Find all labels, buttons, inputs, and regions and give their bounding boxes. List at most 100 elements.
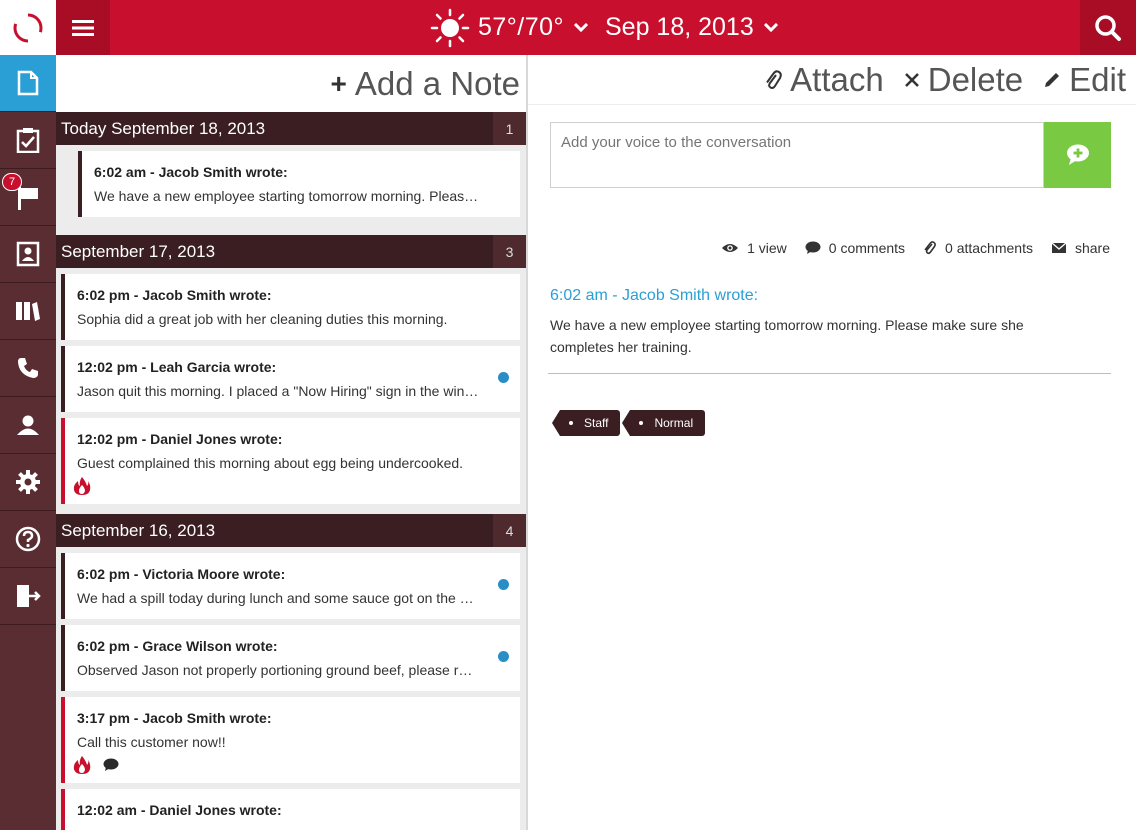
note-item[interactable]: 6:02 pm - Jacob Smith wrote: Sophia did … xyxy=(61,274,520,340)
note-item[interactable]: 6:02 am - Jacob Smith wrote: We have a n… xyxy=(78,151,520,217)
views-count: 1 view xyxy=(747,240,787,256)
gear-icon xyxy=(16,470,40,494)
tag-staff[interactable]: Staff xyxy=(551,410,621,436)
fire-icon xyxy=(73,477,91,495)
nav-phone[interactable] xyxy=(0,340,56,397)
unread-dot-icon xyxy=(498,579,509,590)
nav-logout[interactable] xyxy=(0,568,56,625)
unread-dot-icon xyxy=(498,372,509,383)
pencil-icon xyxy=(1045,72,1060,87)
close-icon xyxy=(904,72,919,87)
note-item[interactable]: 6:02 pm - Grace Wilson wrote: Observed J… xyxy=(61,625,520,691)
note-preview: We have a new employee starting tomorrow… xyxy=(94,188,480,204)
detail-actions: Attach Delete Edit xyxy=(528,55,1136,105)
nav-contacts[interactable] xyxy=(0,226,56,283)
day-note-count: 1 xyxy=(493,112,526,145)
help-icon xyxy=(15,526,41,552)
attach-label: Attach xyxy=(790,60,884,98)
clipboard-check-icon xyxy=(16,128,40,153)
tag-normal[interactable]: Normal xyxy=(622,410,706,436)
note-icons xyxy=(73,476,91,496)
logo-icon xyxy=(13,12,43,43)
nav-help[interactable] xyxy=(0,511,56,568)
chevron-down-icon xyxy=(763,22,778,33)
note-icons xyxy=(73,755,119,775)
note-icon xyxy=(17,70,39,96)
note-detail-pane: Attach Delete Edit Add your voice to the… xyxy=(528,55,1136,830)
send-comment-button[interactable] xyxy=(1044,122,1111,188)
note-detail-title: 6:02 am - Jacob Smith wrote: xyxy=(550,287,759,304)
note-author: 6:02 am - Jacob Smith wrote: xyxy=(94,164,288,180)
day-note-count: 4 xyxy=(493,514,526,547)
attachments-count: 0 attachments xyxy=(945,240,1033,256)
edit-button[interactable]: Edit xyxy=(1043,61,1126,99)
date-label: Sep 18, 2013 xyxy=(605,13,754,41)
envelope-icon xyxy=(1051,242,1067,253)
note-author: 12:02 pm - Leah Garcia wrote: xyxy=(77,359,277,375)
nav-settings[interactable] xyxy=(0,454,56,511)
note-detail-text: We have a new employee starting tomorrow… xyxy=(550,317,1024,355)
comments-stat[interactable]: 0 comments xyxy=(805,240,905,256)
note-preview: We had a spill today during lunch and so… xyxy=(77,590,480,606)
nav-library[interactable] xyxy=(0,283,56,340)
day-note-count: 3 xyxy=(493,235,526,268)
note-stats: 1 view 0 comments 0 attachments share xyxy=(703,240,1110,256)
day-header: September 16, 2013 4 xyxy=(56,514,526,547)
unread-dot-icon xyxy=(498,651,509,662)
app-logo[interactable] xyxy=(0,0,56,55)
comment-box xyxy=(550,122,1111,188)
share-button[interactable]: share xyxy=(1051,240,1110,256)
nav-users[interactable] xyxy=(0,397,56,454)
books-icon xyxy=(16,302,40,321)
note-tags: Staff Normal xyxy=(551,410,706,436)
nav-flags[interactable]: 7 xyxy=(0,169,56,226)
menu-button[interactable] xyxy=(56,0,110,55)
add-note-button[interactable]: + Add a Note xyxy=(331,65,520,103)
day-header: September 17, 2013 3 xyxy=(56,235,526,268)
add-note-label: Add a Note xyxy=(354,64,520,102)
views-stat: 1 view xyxy=(721,240,787,256)
note-item[interactable]: 12:02 pm - Leah Garcia wrote: Jason quit… xyxy=(61,346,520,412)
detail-separator xyxy=(548,373,1111,374)
plus-icon: + xyxy=(330,67,347,99)
share-label: share xyxy=(1074,240,1110,256)
note-author: 6:02 pm - Grace Wilson wrote: xyxy=(77,638,278,654)
add-comment-icon xyxy=(1066,144,1089,165)
note-item[interactable]: 12:02 pm - Daniel Jones wrote: Guest com… xyxy=(61,418,520,504)
list-header: + Add a Note xyxy=(56,55,526,112)
comments-count: 0 comments xyxy=(828,240,906,256)
note-author: 3:17 pm - Jacob Smith wrote: xyxy=(77,710,272,726)
day-header-label: Today September 18, 2013 xyxy=(61,118,266,138)
nav-tasks[interactable] xyxy=(0,112,56,169)
side-navigation: 7 xyxy=(0,55,56,830)
flag-count-badge: 7 xyxy=(2,173,22,191)
date-selector[interactable]: Sep 18, 2013 xyxy=(605,0,778,55)
attachments-stat[interactable]: 0 attachments xyxy=(923,240,1033,256)
day-header: Today September 18, 2013 1 xyxy=(56,112,526,145)
sun-icon xyxy=(430,8,470,47)
user-icon xyxy=(17,415,39,435)
top-bar: 57°/70° Sep 18, 2013 xyxy=(0,0,1136,55)
delete-button[interactable]: Delete xyxy=(904,61,1023,99)
attach-button[interactable]: Attach xyxy=(764,61,884,99)
note-item[interactable]: 6:02 pm - Victoria Moore wrote: We had a… xyxy=(61,553,520,619)
note-preview: Call this customer now!! xyxy=(77,734,226,750)
delete-label: Delete xyxy=(927,60,1024,98)
hamburger-icon xyxy=(72,19,94,36)
weather-selector[interactable]: 57°/70° xyxy=(430,0,589,55)
note-item[interactable]: 12:02 am - Daniel Jones wrote: xyxy=(61,789,520,830)
logout-icon xyxy=(17,585,41,607)
search-button[interactable] xyxy=(1080,0,1136,55)
note-item[interactable]: 3:17 pm - Jacob Smith wrote: Call this c… xyxy=(61,697,520,783)
fire-icon xyxy=(73,756,91,774)
notes-list-pane: + Add a Note Today September 18, 2013 1 … xyxy=(56,55,526,830)
contact-card-icon xyxy=(16,241,40,267)
nav-notes[interactable] xyxy=(0,55,56,112)
temperature-label: 57°/70° xyxy=(478,13,565,41)
comment-input[interactable] xyxy=(550,122,1044,188)
chevron-down-icon xyxy=(574,22,589,33)
note-author: 12:02 am - Daniel Jones wrote: xyxy=(77,802,282,818)
note-preview: Jason quit this morning. I placed a "Now… xyxy=(77,383,480,399)
day-header-label: September 17, 2013 xyxy=(61,241,216,261)
phone-icon xyxy=(18,358,38,378)
